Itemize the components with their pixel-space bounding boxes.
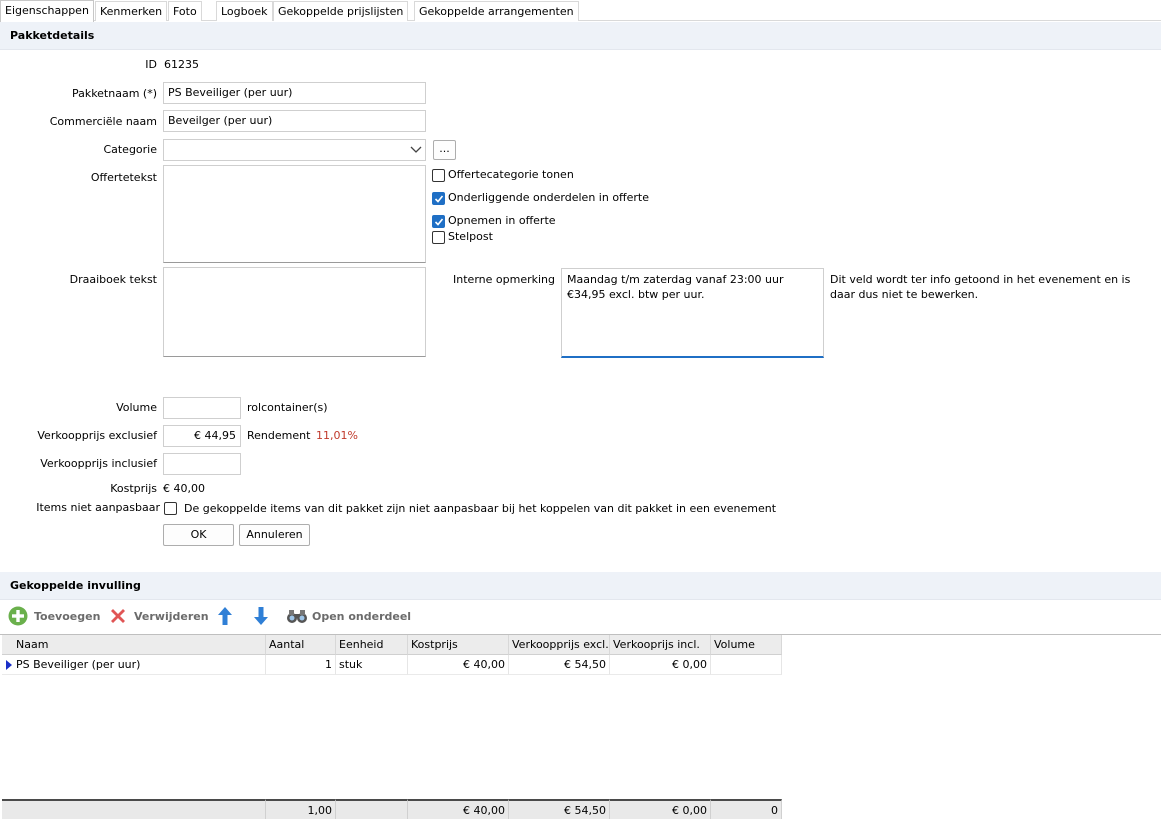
- cell-verkoopprijs-excl: € 54,50: [509, 655, 610, 675]
- commerciele-naam-input[interactable]: Beveilger (per uur): [163, 110, 426, 132]
- pakketnaam-input[interactable]: PS Beveiliger (per uur): [163, 82, 426, 104]
- ok-button[interactable]: OK: [163, 524, 234, 546]
- interne-opmerking-textarea[interactable]: Maandag t/m zaterdag vanaf 23:00 uur €34…: [561, 268, 824, 358]
- grid-header-row: Naam Aantal Eenheid Kostprijs Verkooppri…: [2, 635, 782, 655]
- tab-bar: Eigenschappen Kenmerken Foto Logboek Gek…: [0, 0, 1161, 22]
- draaiboek-textarea[interactable]: [163, 267, 426, 357]
- column-header-volume[interactable]: Volume: [711, 635, 782, 655]
- cell-aantal: 1: [266, 655, 336, 675]
- draaiboek-label: Draaiboek tekst: [69, 273, 157, 286]
- offertecategorie-tonen-checkbox[interactable]: [432, 169, 445, 182]
- cell-eenheid: stuk: [336, 655, 408, 675]
- arrow-up-icon: [215, 606, 235, 626]
- verkoopprijs-excl-input[interactable]: € 44,95: [163, 425, 241, 447]
- footer-naam: [2, 799, 266, 819]
- items-niet-aanpasbaar-checkbox[interactable]: [164, 502, 177, 515]
- binoculars-icon: [286, 606, 307, 626]
- tab-gekoppelde-arrangementen[interactable]: Gekoppelde arrangementen: [414, 1, 579, 21]
- column-header-verkoopprijs-incl[interactable]: Verkooprijs incl.: [610, 635, 711, 655]
- verkoopprijs-excl-label: Verkoopprijs exclusief: [37, 429, 157, 442]
- footer-eenheid: [336, 799, 408, 819]
- add-icon: [8, 606, 28, 626]
- stelpost-checkbox[interactable]: [432, 231, 445, 244]
- toevoegen-label: Toevoegen: [34, 609, 101, 623]
- move-up-button[interactable]: [215, 606, 235, 626]
- footer-volume: 0: [711, 799, 782, 819]
- column-header-eenheid[interactable]: Eenheid: [336, 635, 408, 655]
- interne-opmerking-note: Dit veld wordt ter info getoond in het e…: [830, 273, 1131, 301]
- gekoppelde-invulling-header: Gekoppelde invulling: [0, 572, 1161, 600]
- kostprijs-label: Kostprijs: [110, 482, 157, 495]
- footer-kostprijs: € 40,00: [408, 799, 509, 819]
- verkoopprijs-incl-input[interactable]: [163, 453, 241, 475]
- verwijderen-button[interactable]: Verwijderen: [108, 606, 209, 626]
- categorie-browse-button[interactable]: ...: [433, 140, 456, 160]
- pakketnaam-label: Pakketnaam (*): [71, 87, 157, 100]
- toevoegen-button[interactable]: Toevoegen: [8, 606, 100, 626]
- arrow-down-icon: [251, 606, 271, 626]
- delete-icon: [108, 606, 128, 626]
- id-value: 61235: [164, 58, 199, 71]
- interne-opmerking-label: Interne opmerking: [453, 273, 555, 286]
- checkmark-icon: [434, 218, 444, 226]
- opnemen-in-offerte-label: Opnemen in offerte: [448, 214, 556, 227]
- column-header-kostprijs[interactable]: Kostprijs: [408, 635, 509, 655]
- items-niet-aanpasbaar-text: De gekoppelde items van dit pakket zijn …: [184, 502, 777, 515]
- tab-kenmerken[interactable]: Kenmerken: [95, 1, 168, 21]
- annuleren-button[interactable]: Annuleren: [239, 524, 310, 546]
- stelpost-label: Stelpost: [448, 230, 493, 243]
- row-indicator-icon: [6, 660, 12, 670]
- onderliggende-onderdelen-label: Onderliggende onderdelen in offerte: [448, 191, 649, 204]
- offertecategorie-tonen-label: Offertecategorie tonen: [448, 168, 574, 181]
- column-header-naam[interactable]: Naam: [2, 635, 266, 655]
- invulling-toolbar: Toevoegen Verwijderen Open onderdeel: [0, 600, 1161, 632]
- volume-unit: rolcontainer(s): [247, 401, 328, 414]
- grid-footer-row: 1,00 € 40,00 € 54,50 € 0,00 0: [2, 799, 782, 819]
- cell-volume: [711, 655, 782, 675]
- offertetekst-textarea[interactable]: [163, 165, 426, 263]
- table-row[interactable]: PS Beveiliger (per uur) 1 stuk € 40,00 €…: [2, 655, 782, 675]
- volume-input[interactable]: [163, 397, 241, 419]
- move-down-button[interactable]: [251, 606, 271, 626]
- column-header-verkoopprijs-excl[interactable]: Verkoopprijs excl.: [509, 635, 610, 655]
- tab-gekoppelde-prijslijsten[interactable]: Gekoppelde prijslijsten: [273, 1, 409, 21]
- pakketdetails-header: Pakketdetails: [0, 22, 1161, 50]
- onderliggende-onderdelen-checkbox[interactable]: [432, 192, 445, 205]
- offertetekst-label: Offertetekst: [90, 171, 157, 184]
- id-label: ID: [145, 58, 157, 71]
- cell-verkoopprijs-incl: € 0,00: [610, 655, 711, 675]
- verwijderen-label: Verwijderen: [134, 609, 209, 623]
- tab-eigenschappen[interactable]: Eigenschappen: [0, 0, 94, 22]
- tab-foto[interactable]: Foto: [168, 1, 202, 21]
- commerciele-naam-label: Commerciële naam: [49, 115, 157, 128]
- chevron-down-icon[interactable]: [406, 141, 424, 159]
- footer-verkoopprijs-incl: € 0,00: [610, 799, 711, 819]
- items-niet-aanpasbaar-label: Items niet aanpasbaar: [36, 501, 160, 514]
- open-onderdeel-button[interactable]: Open onderdeel: [286, 606, 411, 626]
- checkmark-icon: [434, 195, 444, 203]
- cell-kostprijs: € 40,00: [408, 655, 509, 675]
- tab-logboek[interactable]: Logboek: [216, 1, 273, 21]
- volume-label: Volume: [116, 401, 157, 414]
- categorie-select[interactable]: [163, 139, 426, 161]
- opnemen-in-offerte-checkbox[interactable]: [432, 215, 445, 228]
- open-onderdeel-label: Open onderdeel: [312, 609, 412, 623]
- categorie-label: Categorie: [103, 143, 157, 156]
- rendement-label: Rendement: [247, 429, 311, 442]
- cell-naam: PS Beveiliger (per uur): [2, 655, 266, 675]
- column-header-aantal[interactable]: Aantal: [266, 635, 336, 655]
- rendement-value: 11,01%: [316, 429, 358, 442]
- footer-aantal: 1,00: [266, 799, 336, 819]
- footer-verkoopprijs-excl: € 54,50: [509, 799, 610, 819]
- verkoopprijs-incl-label: Verkoopprijs inclusief: [40, 457, 157, 470]
- kostprijs-value: € 40,00: [163, 482, 205, 495]
